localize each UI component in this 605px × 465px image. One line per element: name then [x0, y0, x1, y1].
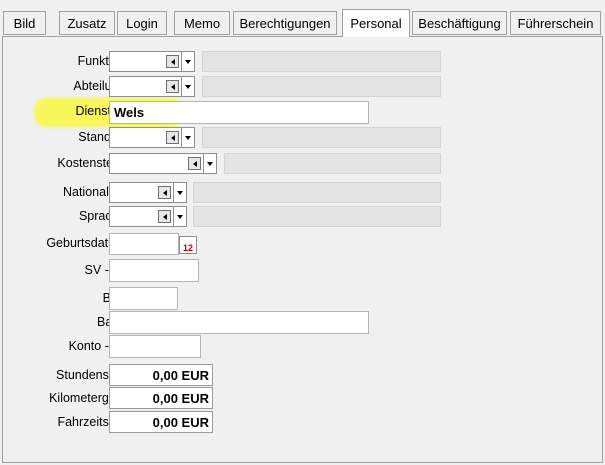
lookup-icon[interactable] — [158, 210, 171, 223]
nationalitaet-field[interactable] — [109, 182, 173, 203]
tab-bild[interactable]: Bild — [3, 11, 46, 35]
dienstort-value: Wels — [114, 105, 145, 120]
standort-description — [202, 127, 441, 148]
calendar-icon-text: 12 — [182, 243, 193, 253]
standort-combo[interactable] — [109, 127, 195, 148]
tab-memo[interactable]: Memo — [174, 11, 230, 35]
sv-nr-input[interactable] — [109, 259, 199, 282]
kostenstelle-combo[interactable] — [109, 153, 217, 174]
tab-login[interactable]: Login — [117, 11, 167, 35]
kilometergeld-value: 0,00 EUR — [152, 390, 209, 406]
chevron-down-icon[interactable] — [181, 51, 195, 72]
nationalitaet-combo[interactable] — [109, 182, 187, 203]
calendar-icon[interactable]: 12 — [179, 236, 197, 254]
stundensatz-input[interactable]: 0,00 EUR — [109, 364, 213, 386]
standort-field[interactable] — [109, 127, 181, 148]
abteilung-description — [202, 76, 441, 97]
chevron-down-icon[interactable] — [181, 127, 195, 148]
tab-label: Memo — [183, 15, 221, 31]
tab-beschaeftigung[interactable]: Beschäftigung — [412, 11, 507, 35]
tab-personal[interactable]: Personal — [342, 9, 410, 37]
tab-label: Personal — [350, 16, 402, 31]
fahrzeitsatz-value: 0,00 EUR — [152, 414, 209, 430]
tab-label: Login — [126, 15, 158, 31]
tab-label: Bild — [13, 15, 36, 31]
fahrzeitsatz-input[interactable]: 0,00 EUR — [109, 411, 213, 433]
kostenstelle-description — [224, 153, 441, 174]
funktion-combo[interactable] — [109, 51, 195, 72]
tab-label: Zusatz — [67, 15, 107, 31]
sprache-combo[interactable] — [109, 206, 187, 227]
lookup-icon[interactable] — [158, 186, 171, 199]
tab-label: Führerschein — [517, 15, 594, 31]
tab-label: Beschäftigung — [418, 15, 501, 31]
lookup-icon[interactable] — [166, 80, 179, 93]
nationalitaet-description — [193, 182, 441, 203]
lookup-icon[interactable] — [166, 55, 179, 68]
geburtsdatum-input[interactable] — [109, 233, 179, 255]
kostenstelle-field[interactable] — [109, 153, 203, 174]
tab-label: Berechtigungen — [239, 15, 331, 31]
blz-input[interactable] — [109, 287, 178, 310]
abteilung-combo[interactable] — [109, 76, 195, 97]
chevron-down-icon[interactable] — [203, 153, 217, 174]
bank-input[interactable] — [109, 311, 369, 334]
funktion-field[interactable] — [109, 51, 181, 72]
sprache-field[interactable] — [109, 206, 173, 227]
funktion-description — [202, 51, 441, 72]
konto-nr-input[interactable] — [109, 335, 201, 358]
abteilung-field[interactable] — [109, 76, 181, 97]
kilometergeld-input[interactable]: 0,00 EUR — [109, 387, 213, 409]
stundensatz-value: 0,00 EUR — [152, 367, 209, 383]
tab-fuehrerschein[interactable]: Führerschein — [510, 11, 601, 35]
dienstort-input[interactable]: Wels — [109, 101, 369, 124]
chevron-down-icon[interactable] — [181, 76, 195, 97]
tab-zusatz[interactable]: Zusatz — [59, 11, 115, 35]
chevron-down-icon[interactable] — [173, 182, 187, 203]
tab-berechtigungen[interactable]: Berechtigungen — [233, 11, 337, 35]
lookup-icon[interactable] — [188, 157, 201, 170]
sprache-description — [193, 206, 441, 227]
chevron-down-icon[interactable] — [173, 206, 187, 227]
lookup-icon[interactable] — [166, 131, 179, 144]
